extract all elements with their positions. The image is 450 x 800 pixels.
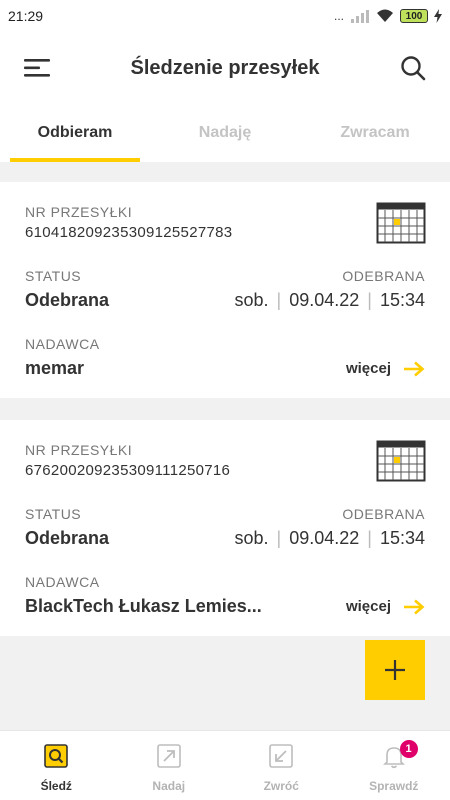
status-time: 15:34: [379, 528, 425, 548]
app-header: Śledzenie przesyłek: [0, 40, 450, 96]
shipment-number: 676200209235309111250716: [25, 462, 231, 479]
sender-block: NADAWCA memar więcej: [25, 336, 425, 379]
status-date: 09.04.22: [289, 528, 360, 548]
separator: |: [276, 528, 282, 548]
nav-label: Nadaj: [152, 779, 186, 793]
notification-badge: 1: [399, 740, 418, 758]
nav-item-sprawdz[interactable]: 1 Sprawdź: [338, 731, 450, 800]
status-datetime: sob. | 09.04.22 | 15:34: [234, 290, 425, 311]
status-icons: ... 100: [334, 9, 442, 23]
shipment-list: NR PRZESYŁKI 610418209235309125527783 ST…: [0, 162, 450, 730]
return-icon: [269, 744, 294, 768]
tab-nadaje[interactable]: Nadaję: [150, 110, 300, 162]
sender-name: BlackTech Łukasz Lemies...: [25, 596, 262, 616]
tab-bar: Odbieram Nadaję Zwracam: [0, 110, 450, 162]
nav-item-nadaj[interactable]: Nadaj: [113, 731, 226, 800]
signal-icon: [351, 10, 369, 23]
battery-indicator: 100: [400, 9, 428, 23]
shipment-number: 610418209235309125527783: [25, 224, 233, 241]
status-right-label: ODEBRANA: [342, 506, 425, 522]
tab-zwracam[interactable]: Zwracam: [300, 110, 450, 162]
shipment-card[interactable]: NR PRZESYŁKI 676200209235309111250716 ST…: [0, 420, 450, 636]
status-datetime: sob. | 09.04.22 | 15:34: [234, 528, 425, 549]
status-date: 09.04.22: [289, 290, 360, 310]
shipment-card[interactable]: NR PRZESYŁKI 610418209235309125527783 ST…: [0, 182, 450, 398]
status-right-label: ODEBRANA: [342, 268, 425, 284]
add-shipment-button[interactable]: [365, 640, 425, 700]
shipment-number-block: NR PRZESYŁKI 610418209235309125527783: [25, 204, 232, 241]
status-bar: 21:29 ... 100: [0, 0, 450, 32]
nav-label: Sprawdź: [369, 779, 419, 793]
shipment-number-block: NR PRZESYŁKI 676200209235309111250716: [25, 442, 230, 479]
status-day: sob.: [234, 528, 269, 548]
status-value: Odebrana: [25, 290, 110, 310]
calendar-icon[interactable]: [376, 202, 426, 244]
tab-odbieram[interactable]: Odbieram: [0, 110, 150, 162]
calendar-icon[interactable]: [376, 440, 426, 482]
separator: |: [367, 290, 372, 310]
send-icon: [156, 744, 181, 768]
plus-icon: [385, 660, 405, 680]
search-icon[interactable]: [400, 55, 426, 81]
status-label: STATUS: [25, 506, 82, 522]
separator: |: [276, 290, 282, 310]
more-link-label: więcej: [345, 598, 391, 615]
nav-label: Śledź: [40, 779, 72, 793]
wifi-icon: [377, 9, 393, 22]
status-block: STATUS ODEBRANA Odebrana sob. | 09.04.22…: [25, 268, 425, 311]
status-time: 21:29: [8, 8, 44, 24]
status-value: Odebrana: [25, 528, 110, 548]
menu-icon[interactable]: [24, 57, 52, 79]
status-day: sob.: [234, 290, 269, 310]
charging-icon: [434, 9, 442, 23]
track-icon: [44, 744, 69, 768]
status-dots: ...: [333, 9, 344, 23]
nav-item-zwroc[interactable]: Zwróć: [225, 731, 338, 800]
bottom-navigation: Śledź Nadaj Zwróć 1 Sprawdź: [0, 730, 450, 800]
nav-label: Zwróć: [263, 779, 299, 793]
sender-label: NADAWCA: [25, 336, 100, 352]
more-link[interactable]: więcej: [346, 360, 425, 377]
separator: |: [367, 528, 372, 548]
sender-block: NADAWCA BlackTech Łukasz Lemies... więce…: [25, 574, 425, 617]
nav-item-sledz[interactable]: Śledź: [0, 731, 113, 800]
arrow-right-icon: [404, 599, 425, 614]
shipment-number-label: NR PRZESYŁKI: [25, 442, 133, 458]
sender-name: memar: [25, 358, 85, 378]
status-time: 15:34: [379, 290, 425, 310]
arrow-right-icon: [404, 361, 425, 376]
page-title: Śledzenie przesyłek: [130, 56, 320, 79]
more-link-label: więcej: [345, 360, 391, 377]
more-link[interactable]: więcej: [346, 598, 425, 615]
shipment-number-label: NR PRZESYŁKI: [25, 204, 133, 220]
status-label: STATUS: [25, 268, 82, 284]
status-block: STATUS ODEBRANA Odebrana sob. | 09.04.22…: [25, 506, 425, 549]
sender-label: NADAWCA: [25, 574, 100, 590]
